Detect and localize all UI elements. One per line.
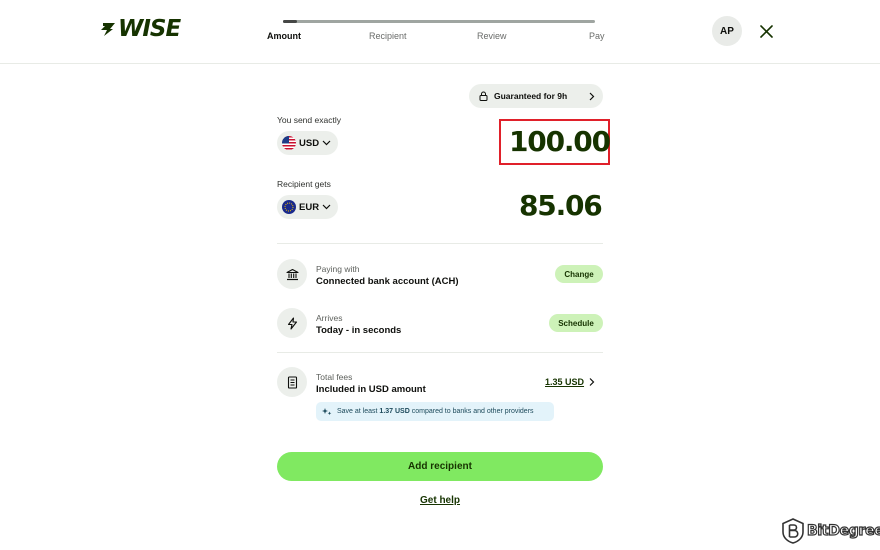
wise-flag-icon <box>101 23 115 36</box>
top-bar: WISE Amount Recipient Review Pay AP <box>0 0 880 64</box>
schedule-button[interactable]: Schedule <box>549 314 603 332</box>
paying-with-value: Connected bank account (ACH) <box>316 276 459 287</box>
close-button[interactable] <box>758 23 774 39</box>
chevron-down-icon <box>322 204 331 210</box>
arrives-label: Arrives <box>316 313 343 323</box>
add-recipient-button[interactable]: Add recipient <box>277 452 603 481</box>
close-icon <box>759 24 773 38</box>
savings-prefix: Save at least <box>337 408 378 415</box>
bitdegree-logo-icon <box>782 518 804 544</box>
step-pay[interactable]: Pay <box>589 31 605 41</box>
total-fees-value: Included in USD amount <box>316 384 426 395</box>
savings-amount: 1.37 USD <box>379 408 410 415</box>
send-currency-select[interactable]: USD <box>277 131 338 155</box>
sparkle-icon <box>322 408 332 416</box>
us-flag-icon <box>282 136 296 150</box>
bank-icon <box>285 268 299 280</box>
total-fees-label: Total fees <box>316 372 353 382</box>
savings-suffix: compared to banks and other providers <box>411 408 534 415</box>
arrives-value: Today - in seconds <box>316 325 402 336</box>
chevron-down-icon <box>322 140 331 146</box>
chevron-right-icon <box>589 92 595 100</box>
send-currency-code: USD <box>299 137 320 149</box>
receive-amount-input[interactable]: 85.06 <box>519 186 603 226</box>
stepper-progress <box>283 20 297 23</box>
receive-currency-code: EUR <box>299 201 320 213</box>
fee-amount-link[interactable]: 1.35 USD <box>545 377 584 387</box>
eu-flag-icon <box>282 200 296 214</box>
avatar[interactable]: AP <box>712 16 742 46</box>
wise-logo[interactable]: WISE <box>100 16 181 42</box>
step-review[interactable]: Review <box>477 31 507 41</box>
lock-icon <box>479 91 488 101</box>
savings-banner: Save at least 1.37 USD compared to banks… <box>316 402 554 421</box>
rate-guarantee-button[interactable]: Guaranteed for 9h <box>469 84 603 108</box>
logo-text: WISE <box>118 16 181 42</box>
bitdegree-watermark: BitDegree <box>782 518 880 544</box>
divider <box>277 243 603 244</box>
stepper-track <box>283 20 595 23</box>
receive-label: Recipient gets <box>277 179 331 189</box>
lightning-icon <box>287 316 297 330</box>
send-label: You send exactly <box>277 115 341 125</box>
paying-with-label: Paying with <box>316 264 360 274</box>
divider <box>277 352 603 353</box>
step-recipient[interactable]: Recipient <box>369 31 407 41</box>
guarantee-label: Guaranteed for 9h <box>494 91 568 101</box>
get-help-link[interactable]: Get help <box>420 495 460 506</box>
progress-stepper: Amount Recipient Review Pay <box>267 18 607 48</box>
fees-icon-wrap <box>277 367 307 397</box>
watermark-text: BitDegree <box>806 522 880 539</box>
payment-method-icon-wrap <box>277 259 307 289</box>
step-amount[interactable]: Amount <box>267 31 301 41</box>
change-payment-button[interactable]: Change <box>555 265 603 283</box>
receipt-icon <box>287 375 297 389</box>
send-amount-input[interactable]: 100.00 <box>509 122 611 162</box>
arrival-icon-wrap <box>277 308 307 338</box>
receive-currency-select[interactable]: EUR <box>277 195 338 219</box>
chevron-right-icon[interactable] <box>588 377 595 387</box>
